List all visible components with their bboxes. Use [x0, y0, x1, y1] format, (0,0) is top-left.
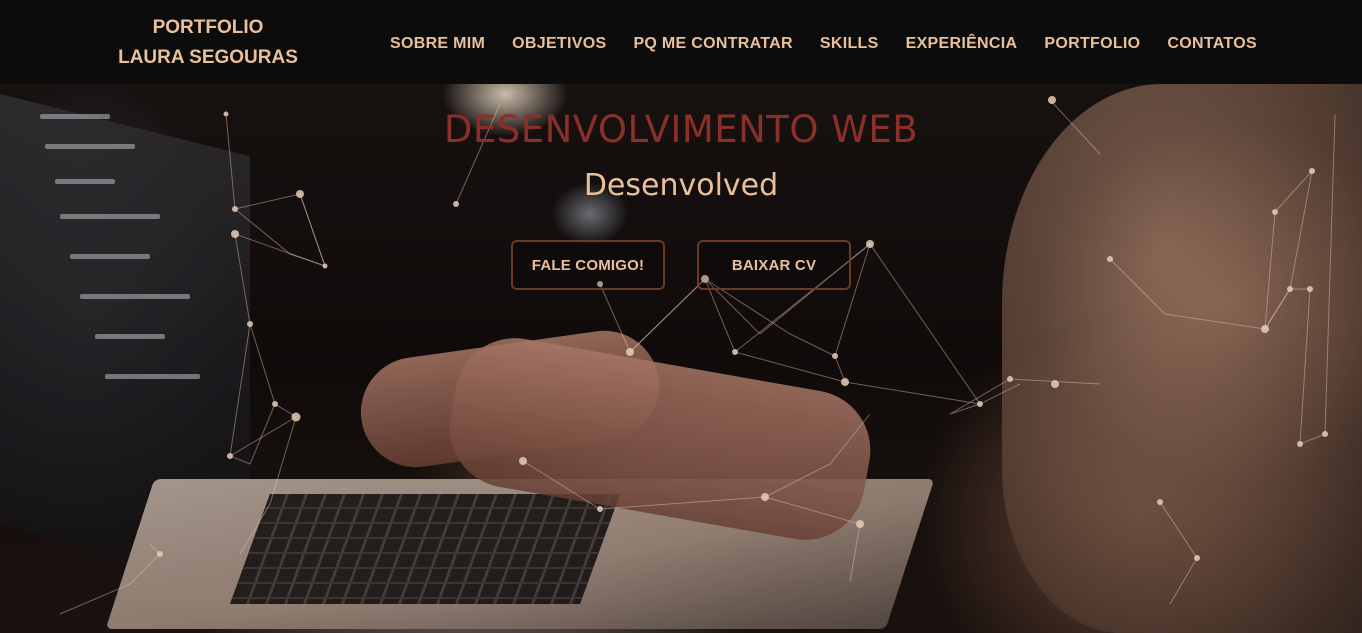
- top-navbar: PORTFOLIO LAURA SEGOURAS SOBRE MIM OBJET…: [0, 0, 1362, 84]
- brand-line-name: LAURA SEGOURAS: [118, 47, 298, 68]
- hero-section: DESENVOLVIMENTO WEB Desenvolved FALE COM…: [0, 84, 1362, 633]
- hero-subtitle-typing: Desenvolved: [583, 168, 779, 203]
- particle-network-icon: [59, 96, 1336, 615]
- nav-item-sobre-mim[interactable]: SOBRE MIM: [390, 35, 485, 53]
- nav-item-contatos[interactable]: CONTATOS: [1167, 35, 1257, 53]
- nav-item-objetivos[interactable]: OBJETIVOS: [512, 35, 606, 53]
- nav-item-portfolio[interactable]: PORTFOLIO: [1044, 35, 1140, 53]
- download-cv-button[interactable]: BAIXAR CV: [697, 240, 851, 290]
- contact-me-button[interactable]: FALE COMIGO!: [511, 240, 665, 290]
- nav-item-pq-me-contratar[interactable]: PQ ME CONTRATAR: [633, 35, 792, 53]
- hero-title: DESENVOLVIMENTO WEB: [443, 108, 919, 151]
- brand-logo[interactable]: PORTFOLIO LAURA SEGOURAS: [108, 13, 308, 73]
- brand-line-portfolio: PORTFOLIO: [152, 17, 264, 38]
- main-menu: SOBRE MIM OBJETIVOS PQ ME CONTRATAR SKIL…: [376, 30, 1270, 58]
- nav-item-experiencia[interactable]: EXPERIÊNCIA: [906, 35, 1018, 53]
- nav-item-skills[interactable]: SKILLS: [820, 35, 879, 53]
